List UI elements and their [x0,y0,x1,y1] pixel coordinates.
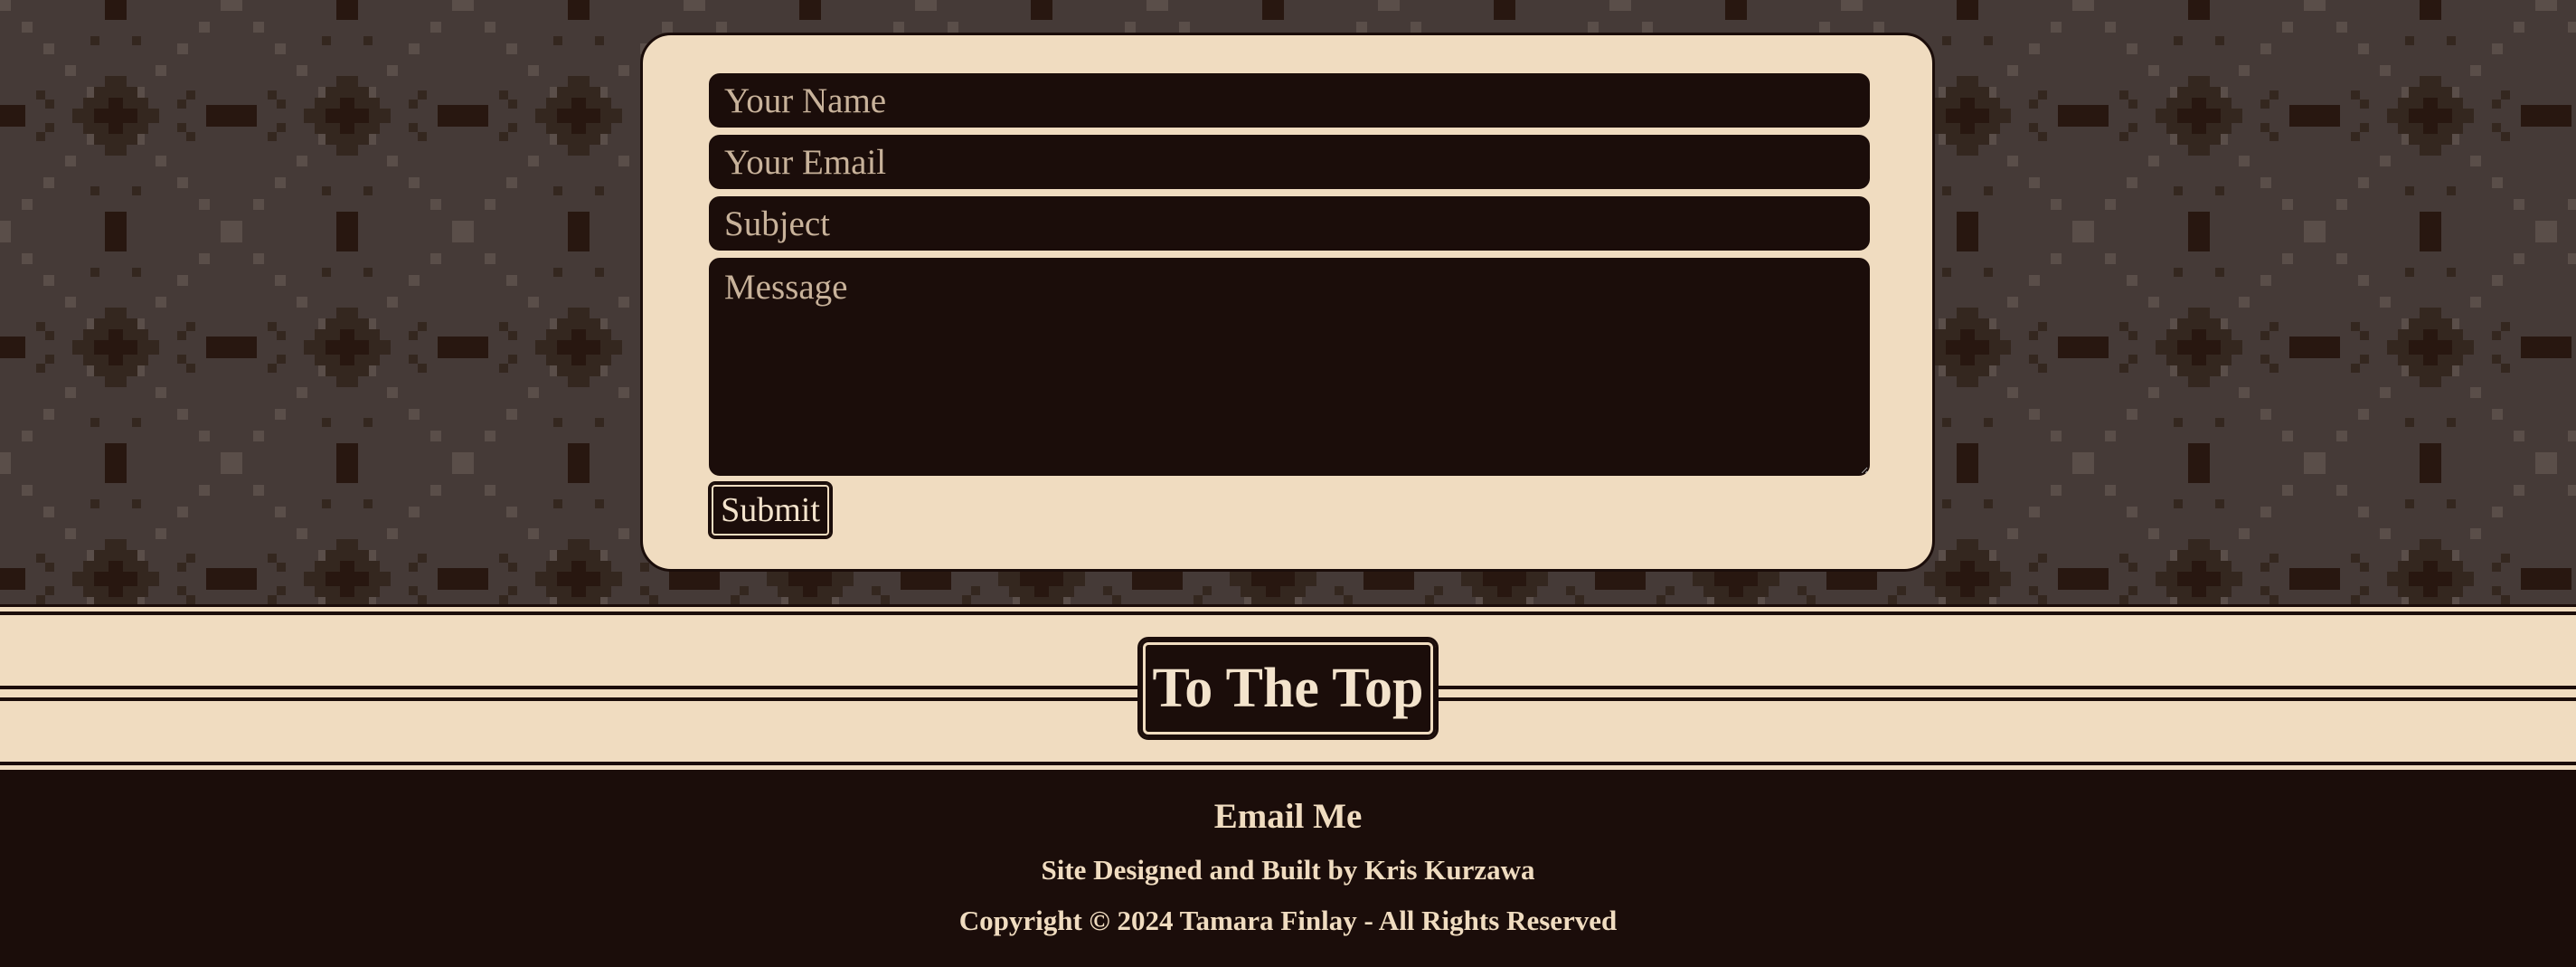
submit-button[interactable]: Submit [708,481,833,539]
band-divider-line [0,611,2576,615]
page: Submit To The Top Email Me Site Designed… [0,0,2576,967]
site-credit: Site Designed and Built by Kris Kurzawa [1041,854,1535,886]
to-top-band: To The Top [0,604,2576,773]
subject-input[interactable] [709,196,1870,251]
contact-form: Submit [640,33,1935,572]
footer: Email Me Site Designed and Built by Kris… [0,773,2576,967]
name-input[interactable] [709,73,1870,128]
copyright-notice: Copyright © 2024 Tamara Finlay - All Rig… [958,905,1618,936]
email-me-link[interactable]: Email Me [0,796,2576,837]
message-textarea[interactable] [709,258,1870,476]
email-input[interactable] [709,135,1870,189]
band-divider-line [0,762,2576,765]
to-the-top-button[interactable]: To The Top [1137,637,1439,740]
